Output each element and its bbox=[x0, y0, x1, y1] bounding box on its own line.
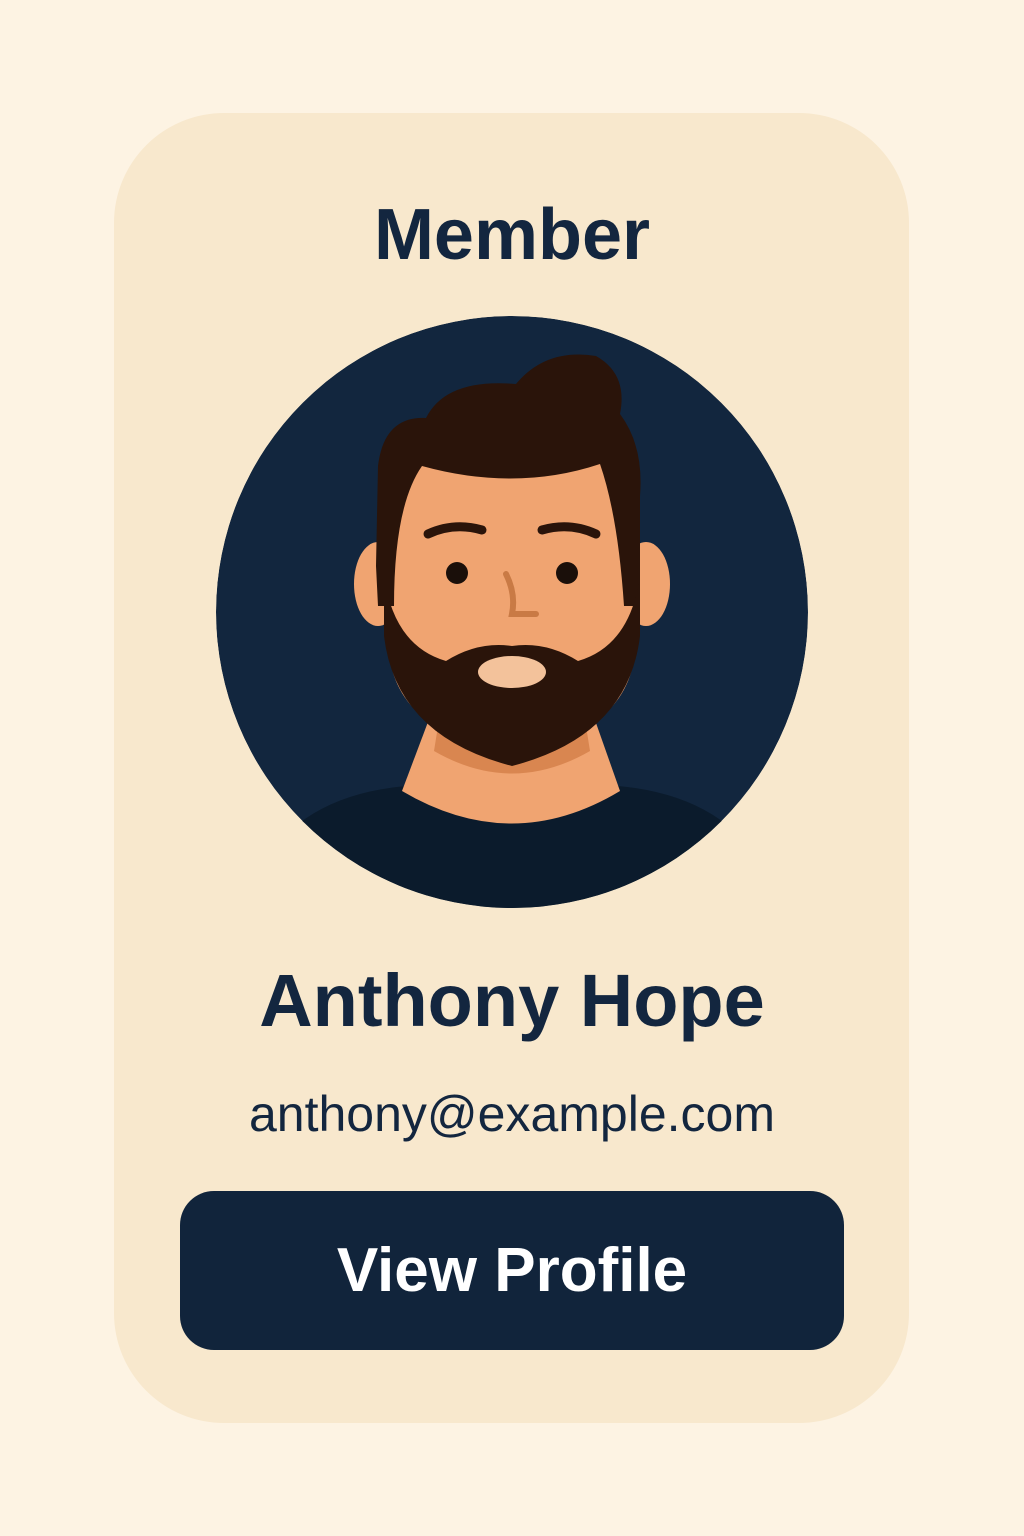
view-profile-button[interactable]: View Profile bbox=[180, 1191, 844, 1350]
avatar bbox=[216, 316, 808, 908]
member-name: Anthony Hope bbox=[259, 959, 765, 1042]
member-email: anthony@example.com bbox=[248, 1086, 776, 1142]
bearded-man-avatar-icon bbox=[216, 316, 808, 908]
member-role-title: Member bbox=[373, 195, 651, 275]
